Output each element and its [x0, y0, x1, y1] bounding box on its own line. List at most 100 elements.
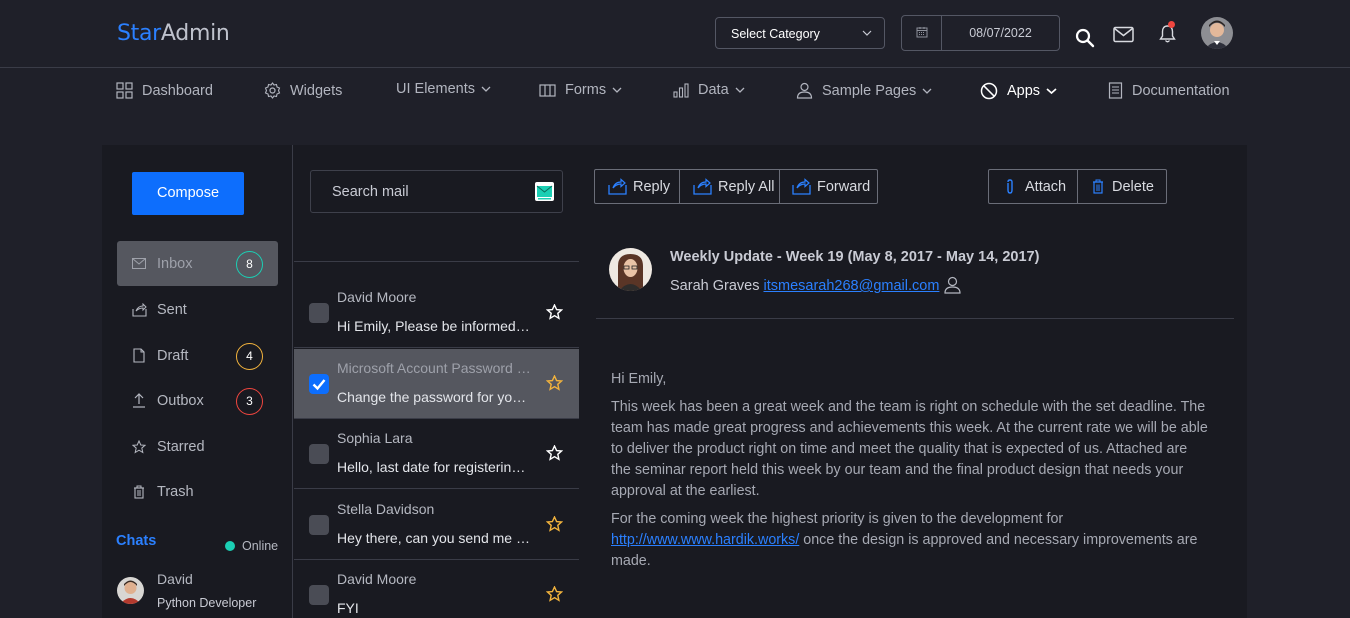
nav-item-sample-pages[interactable]: Sample Pages [796, 82, 932, 99]
nav-item-forms[interactable]: Forms [539, 82, 622, 98]
nav-label: Sample Pages [822, 82, 917, 99]
paragraph-text: For the coming week the highest priority… [611, 511, 1064, 527]
nav-item-documentation[interactable]: Documentation [1108, 82, 1230, 99]
mail-checkbox[interactable] [309, 444, 329, 464]
columns-icon [539, 83, 556, 97]
brand-part-1: Star [117, 21, 161, 46]
star-icon [132, 439, 146, 454]
mail-icon[interactable] [1113, 26, 1134, 43]
delete-label: Delete [1112, 178, 1154, 195]
chevron-down-icon [862, 30, 872, 36]
folder-sent[interactable]: Sent [117, 287, 278, 332]
mail-item-selected[interactable]: Microsoft Account Password Change Change… [294, 349, 579, 419]
person-icon[interactable] [944, 276, 961, 294]
list-divider [294, 261, 579, 262]
folder-trash[interactable]: Trash [117, 469, 278, 514]
message-view: Reply Reply All Forward Attach Delete We… [579, 145, 1247, 618]
message-paragraph-1: This week has been a great week and the … [611, 399, 1208, 499]
folder-label: Starred [157, 438, 205, 455]
reply-all-label: Reply All [718, 178, 775, 195]
chats-title: Chats [116, 533, 157, 549]
chat-user-role: Python Developer [157, 596, 257, 610]
attach-button[interactable]: Attach [989, 170, 1078, 203]
mail-list: Search mail David Moore Hi Emily, Please… [294, 145, 579, 618]
star-icon[interactable] [546, 445, 563, 461]
mail-checkbox[interactable] [309, 515, 329, 535]
calendar-button[interactable] [902, 16, 942, 50]
nav-item-ui-elements[interactable]: UI Elements [396, 81, 491, 97]
date-value: 08/07/2022 [969, 26, 1032, 40]
nav-label: UI Elements [396, 81, 475, 97]
mail-sender: David Moore [337, 571, 417, 587]
message-link[interactable]: http://www.www.hardik.works/ [611, 532, 799, 548]
reply-all-icon [693, 178, 712, 195]
date-picker[interactable]: 08/07/2022 [901, 15, 1060, 51]
folder-label: Sent [157, 301, 187, 318]
star-icon[interactable] [546, 375, 563, 391]
message-greeting: Hi Emily, [611, 371, 667, 387]
message-divider [596, 318, 1234, 319]
nav-item-apps[interactable]: Apps [980, 82, 1057, 100]
sender-email-link[interactable]: itsmesarah268@gmail.com [764, 278, 940, 294]
nav-item-dashboard[interactable]: Dashboard [116, 82, 213, 99]
nav-label: Documentation [1132, 82, 1230, 99]
mail-checkbox-checked[interactable] [309, 374, 329, 394]
brand-logo[interactable]: StarAdmin [117, 21, 230, 46]
mail-item[interactable]: Sophia Lara Hello, last date for registe… [294, 419, 579, 489]
mail-preview: Hello, last date for registering for the… [337, 459, 533, 475]
online-label: Online [242, 539, 279, 553]
mail-sidebar: Compose Inbox 8 Sent Draft 4 Outbox 3 St… [102, 145, 293, 618]
mail-preview: Hey there, can you send me this year's h… [337, 530, 533, 546]
chevron-down-icon [481, 86, 491, 92]
reply-all-button[interactable]: Reply All [680, 170, 780, 203]
nav-item-widgets[interactable]: Widgets [264, 82, 342, 99]
mail-checkbox[interactable] [309, 585, 329, 605]
nav-label: Forms [565, 82, 607, 98]
folder-draft[interactable]: Draft 4 [117, 333, 278, 378]
chat-user-avatar[interactable] [117, 577, 144, 604]
grid-icon [116, 82, 133, 99]
attach-delete-group: Attach Delete [988, 169, 1167, 204]
chevron-down-icon [735, 87, 745, 93]
trash-icon [1093, 179, 1103, 194]
online-dot [225, 541, 235, 551]
paperclip-icon [1007, 178, 1013, 194]
star-icon[interactable] [546, 304, 563, 320]
forward-label: Forward [817, 178, 871, 195]
star-icon[interactable] [546, 586, 563, 602]
forward-icon [792, 178, 811, 195]
mail-sender: Stella Davidson [337, 501, 435, 517]
reply-button-group: Reply Reply All Forward [594, 169, 878, 204]
folder-outbox[interactable]: Outbox 3 [117, 378, 278, 423]
draft-count-badge: 4 [236, 343, 263, 370]
mail-item[interactable]: Stella Davidson Hey there, can you send … [294, 490, 579, 560]
email-app-icon[interactable] [535, 182, 554, 201]
chat-user-name[interactable]: David [157, 571, 193, 587]
forward-button[interactable]: Forward [780, 170, 877, 203]
category-select[interactable]: Select Category [715, 17, 885, 49]
reply-button[interactable]: Reply [595, 170, 680, 203]
mail-icon [132, 258, 146, 269]
folder-inbox[interactable]: Inbox 8 [117, 241, 278, 286]
mail-sender: Microsoft Account Password Change [337, 360, 537, 376]
mail-sender: David Moore [337, 289, 417, 305]
folder-starred[interactable]: Starred [117, 424, 278, 469]
reply-label: Reply [633, 178, 671, 195]
message-subject: Weekly Update - Week 19 (May 8, 2017 - M… [670, 249, 1040, 265]
calendar-icon [916, 27, 928, 38]
mail-checkbox[interactable] [309, 303, 329, 323]
search-icon[interactable] [1075, 28, 1095, 48]
compose-button[interactable]: Compose [132, 172, 244, 215]
upload-icon [133, 393, 145, 408]
nav-item-data[interactable]: Data [673, 82, 745, 98]
share-icon [131, 302, 147, 317]
user-avatar[interactable] [1201, 17, 1233, 49]
mail-sender: Sophia Lara [337, 430, 413, 446]
mail-item[interactable]: David Moore Hi Emily, Please be informed… [294, 278, 579, 348]
delete-button[interactable]: Delete [1078, 170, 1166, 203]
bar-chart-icon [673, 83, 689, 98]
search-input[interactable]: Search mail [310, 170, 563, 213]
sender-avatar [609, 248, 652, 291]
star-icon[interactable] [546, 516, 563, 532]
mail-item[interactable]: David Moore FYI [294, 560, 579, 618]
